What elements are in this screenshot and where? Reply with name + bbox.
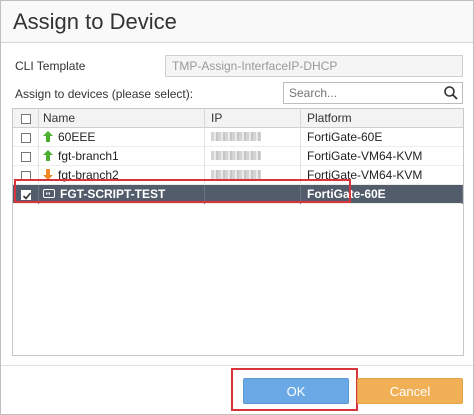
column-header-ip[interactable]: IP <box>205 109 301 128</box>
select-all-checkbox[interactable] <box>21 114 31 124</box>
cli-template-label: CLI Template <box>15 59 86 73</box>
cancel-button[interactable]: Cancel <box>357 378 463 404</box>
dialog-title: Assign to Device <box>13 9 177 34</box>
select-all-cell[interactable] <box>13 109 39 128</box>
row-checkbox-checked[interactable] <box>21 190 32 200</box>
ok-button[interactable]: OK <box>243 378 349 404</box>
device-ip <box>205 147 301 166</box>
device-name: fgt-branch2 <box>58 168 119 182</box>
device-name: FGT-SCRIPT-TEST <box>60 187 166 201</box>
search-icon[interactable] <box>443 85 459 101</box>
table-row[interactable]: 60EEE FortiGate-60E <box>13 128 463 147</box>
device-ip <box>205 128 301 147</box>
check-icon <box>22 192 32 200</box>
device-ip <box>205 166 301 185</box>
device-ip <box>205 185 301 204</box>
arrow-up-icon <box>43 150 53 162</box>
table-header: Name IP Platform <box>13 109 463 128</box>
assign-devices-label: Assign to devices (please select): <box>15 87 194 101</box>
arrow-up-icon <box>43 131 53 143</box>
device-platform: FortiGate-60E <box>301 185 463 204</box>
search-box[interactable] <box>283 82 463 104</box>
column-header-name[interactable]: Name <box>39 109 205 128</box>
row-checkbox[interactable] <box>21 133 31 143</box>
cli-template-field: TMP-Assign-InterfaceIP-DHCP <box>165 55 463 77</box>
device-icon <box>43 189 55 199</box>
table-row[interactable]: fgt-branch2 FortiGate-VM64-KVM <box>13 166 463 185</box>
device-platform: FortiGate-VM64-KVM <box>307 149 423 163</box>
table-row-selected[interactable]: FGT-SCRIPT-TEST FortiGate-60E <box>13 185 463 204</box>
column-header-platform[interactable]: Platform <box>301 109 463 128</box>
device-platform: FortiGate-VM64-KVM <box>307 168 423 182</box>
footer-divider <box>1 365 473 366</box>
dialog-titlebar: Assign to Device <box>1 1 473 43</box>
device-name: 60EEE <box>58 130 96 144</box>
device-table: Name IP Platform 60EEE FortiGate-60E fgt… <box>12 108 464 356</box>
row-checkbox[interactable] <box>21 171 31 181</box>
row-checkbox[interactable] <box>21 152 31 162</box>
arrow-down-icon <box>43 169 53 181</box>
assign-to-device-dialog: Assign to Device CLI Template TMP-Assign… <box>0 0 474 415</box>
device-name: fgt-branch1 <box>58 149 119 163</box>
search-input[interactable] <box>284 83 442 103</box>
device-platform: FortiGate-60E <box>307 130 383 144</box>
table-row[interactable]: fgt-branch1 FortiGate-VM64-KVM <box>13 147 463 166</box>
